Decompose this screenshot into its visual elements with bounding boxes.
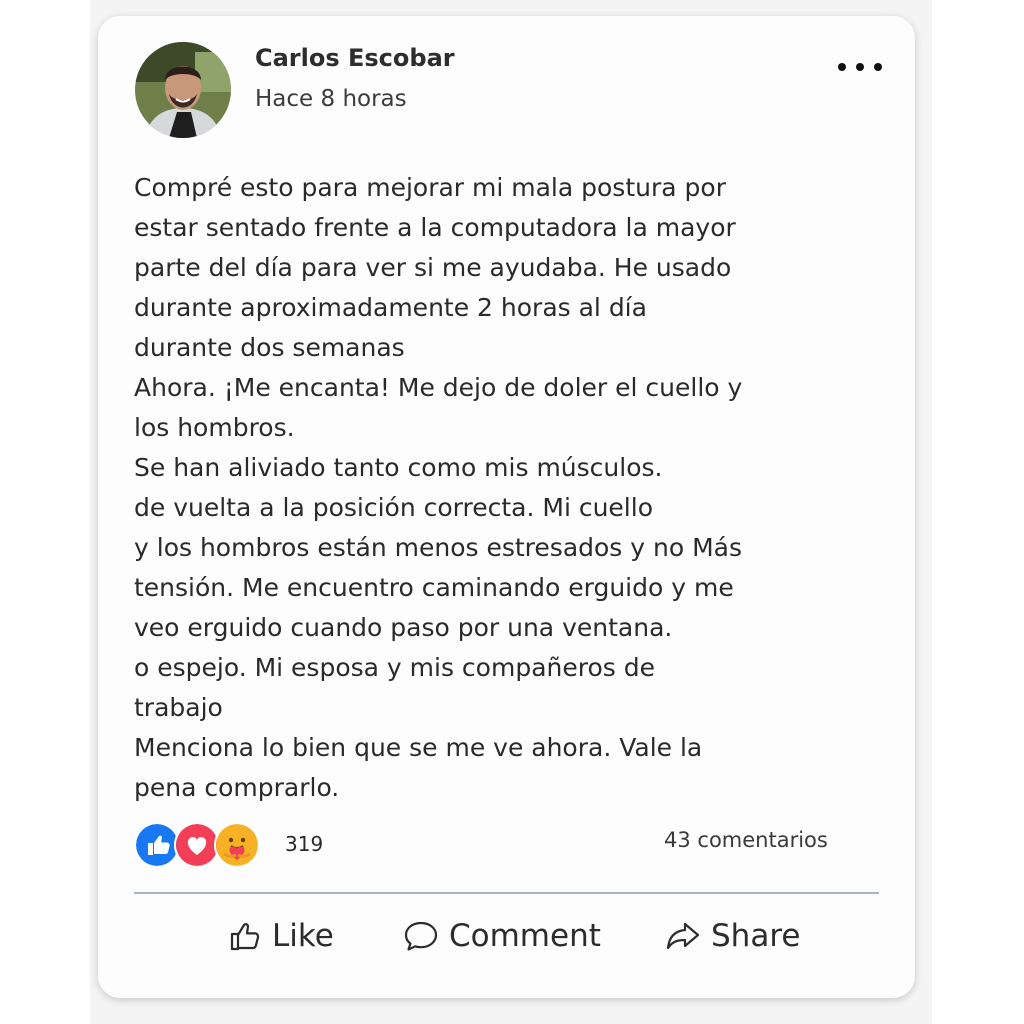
reaction-count[interactable]: 319: [285, 832, 323, 856]
post-body: Compré esto para mejorar mi mala postura…: [134, 168, 854, 808]
comment-count[interactable]: 43 comentarios: [664, 828, 828, 852]
comment-button[interactable]: Comment: [403, 914, 601, 958]
share-arrow-icon: [666, 922, 700, 950]
post-body-line: estar sentado frente a la computadora la…: [134, 213, 736, 242]
post-body-line: y los hombros están menos estresados y n…: [134, 533, 743, 562]
post-card: Carlos Escobar Hace 8 horas Compré esto …: [98, 16, 915, 998]
like-button[interactable]: Like: [228, 914, 334, 958]
speech-bubble-icon: [404, 921, 438, 951]
comment-label: Comment: [449, 918, 601, 954]
like-label: Like: [272, 918, 334, 954]
reaction-icons[interactable]: [134, 822, 264, 868]
post-body-line: los hombros.: [134, 413, 295, 442]
avatar[interactable]: [135, 42, 231, 138]
post-timestamp[interactable]: Hace 8 horas: [255, 86, 407, 112]
more-options-icon[interactable]: [838, 56, 882, 78]
divider: [134, 892, 879, 894]
post-body-line: Compré esto para mejorar mi mala postura…: [134, 173, 726, 202]
post-body-line: durante dos semanas: [134, 333, 405, 362]
care-reaction-icon: [214, 822, 260, 868]
author-name[interactable]: Carlos Escobar: [255, 44, 455, 72]
post-body-line: Ahora. ¡Me encanta! Me dejo de doler el …: [134, 373, 743, 402]
post-body-line: veo erguido cuando paso por una ventana.: [134, 613, 673, 642]
post-body-line: Se han aliviado tanto como mis músculos.: [134, 453, 663, 482]
post-body-line: de vuelta a la posición correcta. Mi cue…: [134, 493, 653, 522]
post-body-line: trabajo: [134, 693, 223, 722]
post-body-line: durante aproximadamente 2 horas al día: [134, 293, 647, 322]
post-body-line: parte del día para ver si me ayudaba. He…: [134, 253, 732, 282]
post-body-line: Menciona lo bien que se me ve ahora. Val…: [134, 733, 703, 762]
post-body-line: tensión. Me encuentro caminando erguido …: [134, 573, 734, 602]
share-label: Share: [711, 918, 801, 954]
share-button[interactable]: Share: [665, 914, 800, 958]
thumbs-up-icon: [230, 923, 260, 951]
post-body-line: pena comprarlo.: [134, 773, 340, 802]
avatar-photo: [135, 42, 231, 138]
post-body-line: o espejo. Mi esposa y mis compañeros de: [134, 653, 655, 682]
